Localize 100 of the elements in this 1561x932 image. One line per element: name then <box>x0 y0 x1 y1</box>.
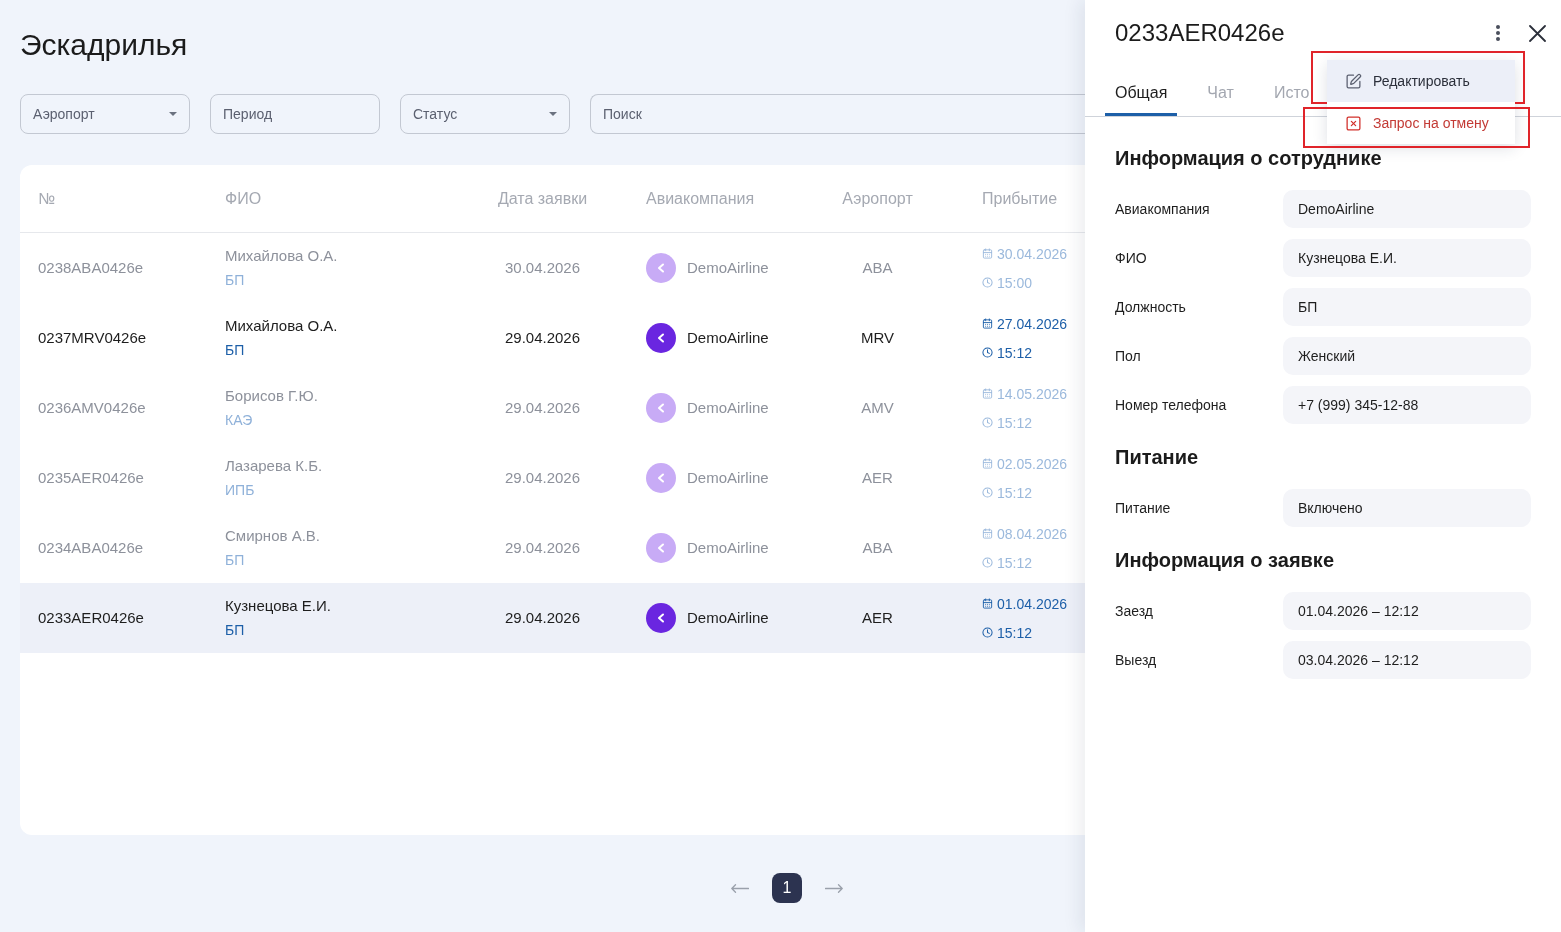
arrival-date: 27.04.2026 <box>997 314 1068 333</box>
field-label: Заезд <box>1115 601 1154 621</box>
page-button[interactable]: 1 <box>772 873 802 903</box>
field-label: Пол <box>1115 346 1142 366</box>
airline-logo-icon <box>646 393 676 423</box>
column-header: Авиакомпания <box>646 188 755 209</box>
arrival-date: 01.04.2026 <box>997 594 1068 613</box>
column-header: Аэропорт <box>842 188 913 209</box>
calendar-icon <box>982 388 993 399</box>
arrival-time: 15:12 <box>997 343 1033 362</box>
arrival-date: 30.04.2026 <box>997 244 1068 263</box>
column-header: Дата заявки <box>497 188 588 209</box>
table-cell-text: ABA <box>862 537 893 558</box>
readonly-field: +7 (999) 345-12-88 <box>1283 386 1531 424</box>
close-button[interactable] <box>1526 22 1548 44</box>
clock-icon <box>982 557 993 568</box>
calendar-icon <box>982 248 993 259</box>
field-label: Питание <box>1115 498 1172 518</box>
readonly-field: 01.04.2026 – 12:12 <box>1283 592 1531 630</box>
section-heading: Питание <box>1115 445 1200 470</box>
table-cell-text: 0233AER0426e <box>38 607 144 628</box>
position-label: БП <box>225 271 246 289</box>
column-header: ФИО <box>225 188 262 209</box>
cancel-icon <box>1345 114 1362 132</box>
table-cell-text: ABA <box>862 257 893 278</box>
arrival-time: 15:12 <box>997 483 1033 502</box>
airline-name: DemoAirline <box>687 467 769 488</box>
clock-icon <box>982 487 993 498</box>
readonly-field: Включено <box>1283 489 1531 527</box>
calendar-icon <box>982 458 993 469</box>
airline-name: DemoAirline <box>687 397 769 418</box>
readonly-field: 03.04.2026 – 12:12 <box>1283 641 1531 679</box>
person-name: Смирнов А.В. <box>225 527 321 545</box>
position-label: БП <box>225 621 246 639</box>
field-label: Номер телефона <box>1115 395 1228 415</box>
table-cell-text: MRV <box>860 327 895 348</box>
arrival-time: 15:00 <box>997 273 1033 292</box>
arrow-left-icon <box>731 883 749 893</box>
caret-down-icon <box>549 112 557 116</box>
airline-name: DemoAirline <box>687 537 769 558</box>
section-heading: Информация о сотруднике <box>1115 146 1383 171</box>
search-field[interactable]: Поиск <box>590 94 1085 134</box>
readonly-field: БП <box>1283 288 1531 326</box>
caret-down-icon <box>169 112 177 116</box>
clock-icon <box>982 347 993 358</box>
airline-name: DemoAirline <box>687 607 769 628</box>
arrival-date: 14.05.2026 <box>997 384 1068 403</box>
readonly-field: Женский <box>1283 337 1531 375</box>
airline-logo-icon <box>646 463 676 493</box>
field-label: Выезд <box>1115 650 1158 670</box>
select-field[interactable]: Статус <box>400 94 570 134</box>
airline-logo-icon <box>646 603 676 633</box>
table-cell-text: 29.04.2026 <box>504 467 581 488</box>
close-icon <box>1528 24 1546 42</box>
arrival-date: 08.04.2026 <box>997 524 1068 543</box>
panel-title: 0233AER0426e <box>1115 18 1286 48</box>
person-name: Михайлова О.А. <box>225 317 339 335</box>
calendar-icon <box>982 598 993 609</box>
table-cell-text: 0235AER0426e <box>38 467 144 488</box>
column-header: Прибытие <box>982 188 1058 209</box>
column-header: № <box>38 188 56 209</box>
period-field[interactable]: Период <box>210 94 380 134</box>
table-cell-text: 0236AMV0426e <box>38 397 146 418</box>
airline-name: DemoAirline <box>687 327 769 348</box>
clock-icon <box>982 627 993 638</box>
position-label: ИПБ <box>225 481 256 499</box>
tab[interactable]: Общая <box>1105 72 1178 116</box>
airline-name: DemoAirline <box>687 257 769 278</box>
arrival-time: 15:12 <box>997 623 1033 642</box>
arrival-time: 15:12 <box>997 553 1033 572</box>
table-cell-text: 29.04.2026 <box>504 397 581 418</box>
clock-icon <box>982 277 993 288</box>
calendar-icon <box>982 528 993 539</box>
menu-item[interactable]: Запрос на отмену <box>1327 102 1515 144</box>
field-label: Должность <box>1115 297 1187 317</box>
page-title: Эскадрилья <box>20 27 189 63</box>
table-cell-text: 0238ABA0426e <box>38 257 144 278</box>
person-name: Михайлова О.А. <box>225 247 339 265</box>
readonly-field: DemoAirline <box>1283 190 1531 228</box>
position-label: БП <box>225 551 246 569</box>
airline-logo-icon <box>646 323 676 353</box>
clock-icon <box>982 417 993 428</box>
field-label: ФИО <box>1115 248 1148 268</box>
arrival-time: 15:12 <box>997 413 1033 432</box>
menu-item[interactable]: Редактировать <box>1327 60 1515 102</box>
arrival-date: 02.05.2026 <box>997 454 1068 473</box>
table-cell-text: 29.04.2026 <box>504 607 581 628</box>
select-field[interactable]: Аэропорт <box>20 94 190 134</box>
section-heading: Информация о заявке <box>1115 548 1335 573</box>
table-row[interactable]: 0233AER0426e Кузнецова Е.И. БП 29.04.2026 DemoAirline AER 01.04.2026 15:12 <box>20 583 1085 653</box>
position-label: БП <box>225 341 246 359</box>
calendar-icon <box>982 318 993 329</box>
table-cell-text: AER <box>862 607 893 628</box>
position-label: КАЭ <box>225 411 254 429</box>
airline-logo-icon <box>646 253 676 283</box>
table-cell-text: 0237MRV0426e <box>38 327 147 348</box>
edit-icon <box>1345 72 1362 90</box>
airline-logo-icon <box>646 533 676 563</box>
person-name: Лазарева К.Б. <box>225 457 324 475</box>
arrow-right-icon <box>825 883 843 893</box>
